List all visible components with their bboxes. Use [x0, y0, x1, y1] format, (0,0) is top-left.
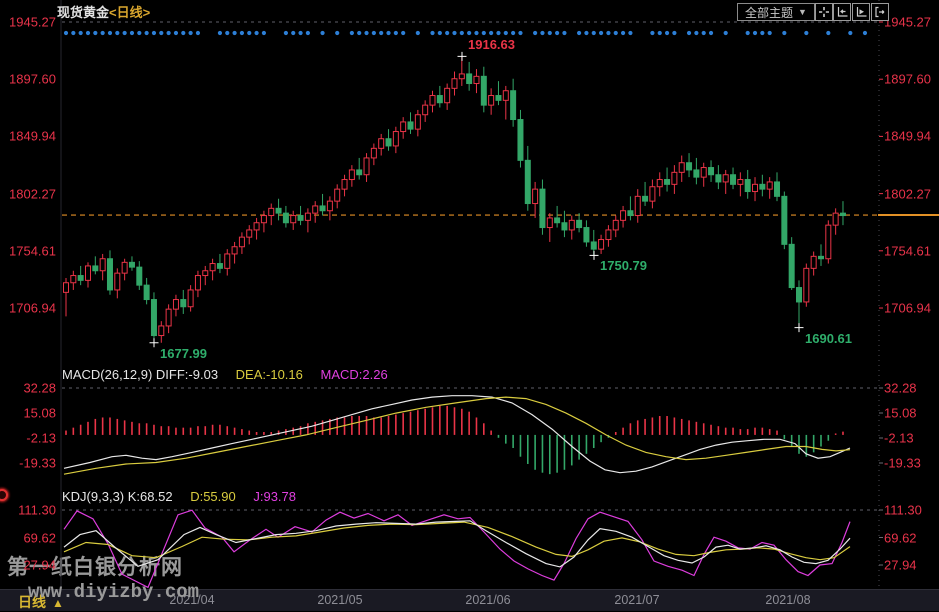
main-y-axis-label: 1849.94	[884, 129, 931, 144]
main-y-axis-label: 1849.94	[4, 129, 56, 144]
chevron-down-icon: ▼	[798, 7, 807, 17]
main-y-axis-label: 1706.94	[884, 301, 931, 316]
main-y-axis-label: 1945.27	[4, 15, 56, 30]
compress-time-axis-icon[interactable]	[833, 3, 851, 21]
themes-dropdown[interactable]: 全部主题 ▼	[737, 3, 815, 21]
kdj-y-axis-label: 27.94	[4, 558, 56, 573]
macd-diff-value: MACD(26,12,9) DIFF:-9.03	[62, 367, 218, 382]
price-extreme-annotation: 1916.63	[468, 37, 515, 52]
x-axis-date-label: 2021/05	[317, 593, 362, 607]
macd-y-axis-label: -19.33	[884, 456, 921, 471]
main-y-axis-label: 1754.61	[884, 243, 931, 258]
price-extreme-annotation: 1750.79	[600, 258, 647, 273]
x-axis-date-label: 2021/07	[614, 593, 659, 607]
macd-y-axis-label: 32.28	[884, 381, 917, 396]
chart-canvas[interactable]	[0, 0, 939, 610]
main-y-axis-label: 1945.27	[884, 15, 931, 30]
macd-y-axis-label: -2.13	[4, 431, 56, 446]
macd-legend: MACD(26,12,9) DIFF:-9.03 DEA:-10.16 MACD…	[62, 367, 402, 382]
kdj-y-axis-label: 69.62	[4, 530, 56, 545]
chart-title: 现货黄金<日线>	[57, 2, 150, 21]
scroll-right-icon[interactable]	[871, 3, 889, 21]
x-axis-date-label: 2021/06	[465, 593, 510, 607]
kdj-y-axis-label: 111.30	[4, 503, 56, 518]
watermark-site-url: www.diyizby.com	[28, 581, 199, 603]
period-suffix: <日线>	[109, 5, 150, 20]
kdj-y-axis-label: 111.30	[884, 503, 922, 518]
macd-macd-value: MACD:2.26	[321, 367, 388, 382]
x-axis-date-label: 2021/08	[765, 593, 810, 607]
main-y-axis-label: 1802.27	[884, 186, 931, 201]
macd-y-axis-label: 32.28	[4, 381, 56, 396]
price-extreme-annotation: 1690.61	[805, 331, 852, 346]
kdj-d-value: D:55.90	[190, 489, 236, 504]
main-y-axis-label: 1802.27	[4, 186, 56, 201]
macd-dea-value: DEA:-10.16	[236, 367, 303, 382]
main-y-axis-label: 1706.94	[4, 301, 56, 316]
macd-y-axis-label: -19.33	[4, 456, 56, 471]
crosshair-icon[interactable]	[815, 3, 833, 21]
macd-y-axis-label: 15.08	[884, 405, 917, 420]
themes-dropdown-label: 全部主题	[745, 4, 793, 21]
main-y-axis-label: 1754.61	[4, 243, 56, 258]
kdj-y-axis-label: 69.62	[884, 530, 917, 545]
kdj-j-value: J:93.78	[253, 489, 296, 504]
kdj-legend: KDJ(9,3,3) K:68.52 D:55.90 J:93.78	[62, 489, 310, 504]
price-extreme-annotation: 1677.99	[160, 346, 207, 361]
main-y-axis-label: 1897.60	[884, 72, 931, 87]
macd-y-axis-label: -2.13	[884, 431, 914, 446]
macd-y-axis-label: 15.08	[4, 405, 56, 420]
instrument-name: 现货黄金	[57, 5, 109, 20]
main-y-axis-label: 1897.60	[4, 72, 56, 87]
kdj-k-value: KDJ(9,3,3) K:68.52	[62, 489, 173, 504]
kdj-y-axis-label: 27.94	[884, 558, 917, 573]
expand-time-axis-icon[interactable]	[852, 3, 870, 21]
